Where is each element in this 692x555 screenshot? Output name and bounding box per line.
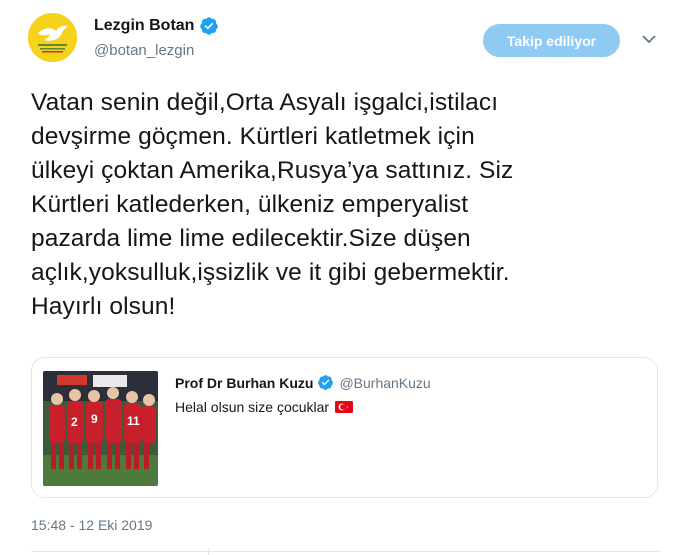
author-name-row: Lezgin Botan bbox=[94, 16, 219, 36]
turkey-flag-icon bbox=[335, 401, 354, 413]
author-display-name[interactable]: Lezgin Botan bbox=[94, 17, 194, 35]
tweet-text-line: pazarda lime lime edilecektir.Size düşen bbox=[31, 225, 471, 252]
quoted-tweet-text: Helal olsun size çocuklar bbox=[175, 399, 330, 415]
football-team-saluting-photo: 2 9 11 bbox=[43, 371, 158, 486]
tweet-text: Vatan senin değil,Orta Asyalı işgalci,is… bbox=[31, 86, 671, 324]
jersey-number: 9 bbox=[91, 412, 98, 426]
tweet-text-line: Kürtleri katlederken, ülkeniz emperyalis… bbox=[31, 191, 469, 218]
quoted-author-row: Prof Dr Burhan Kuzu @BurhanKuzu bbox=[175, 374, 431, 391]
quoted-tweet-photo[interactable]: 2 9 11 bbox=[43, 371, 158, 486]
verified-badge-icon bbox=[200, 17, 219, 35]
quoted-tweet-card[interactable]: 2 9 11 Prof Dr Burhan Kuzu @BurhanKuzu H… bbox=[31, 357, 658, 498]
tweet-text-line: açlık,yoksulluk,işsizlik ve it gibi gebe… bbox=[31, 259, 510, 286]
author-handle[interactable]: @botan_lezgin bbox=[94, 42, 194, 59]
quoted-display-name[interactable]: Prof Dr Burhan Kuzu bbox=[175, 375, 313, 391]
divider bbox=[31, 551, 661, 552]
tweet-text-line: Hayırlı olsun! bbox=[31, 293, 176, 320]
tweet-text-line: devşirme göçmen. Kürtleri katletmek için bbox=[31, 123, 475, 150]
jersey-number: 11 bbox=[127, 414, 140, 428]
chevron-down-icon[interactable] bbox=[642, 34, 656, 44]
verified-badge-icon bbox=[318, 375, 334, 390]
dove-logo-icon bbox=[28, 13, 77, 62]
author-avatar[interactable] bbox=[28, 13, 77, 62]
quoted-handle[interactable]: @BurhanKuzu bbox=[339, 375, 430, 391]
jersey-number: 2 bbox=[71, 415, 78, 429]
tweet-timestamp[interactable]: 15:48 - 12 Eki 2019 bbox=[31, 517, 152, 533]
quoted-tweet-text-row: Helal olsun size çocuklar bbox=[175, 399, 354, 415]
following-button[interactable]: Takip ediliyor bbox=[483, 24, 620, 57]
tweet-text-line: ülkeyi çoktan Amerika,Rusya’ya sattınız.… bbox=[31, 157, 514, 184]
tweet-text-line: Vatan senin değil,Orta Asyalı işgalci,is… bbox=[31, 89, 499, 116]
divider-tick bbox=[208, 548, 209, 555]
